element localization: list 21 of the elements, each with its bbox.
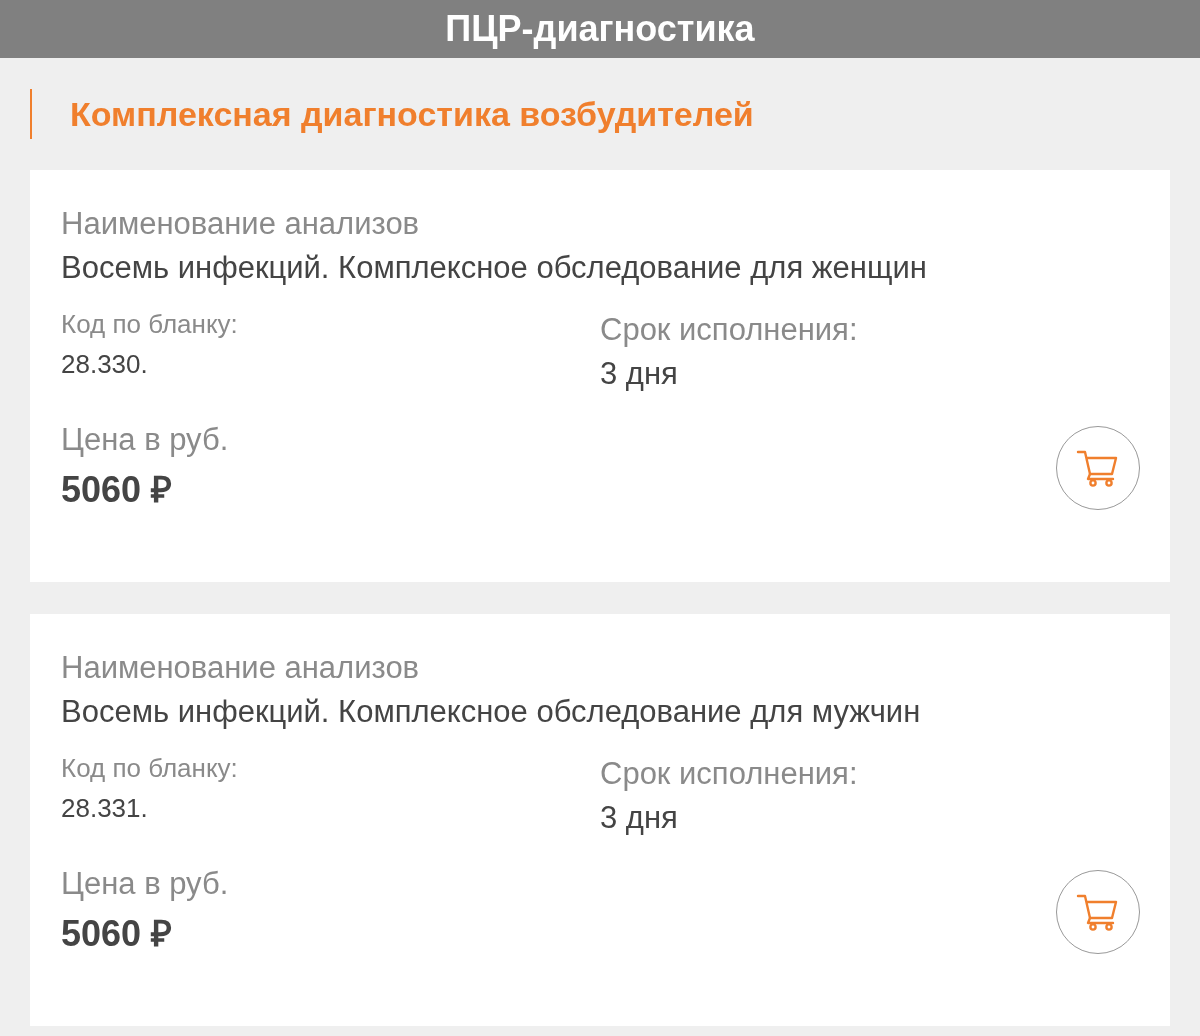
price-label: Цена в руб.: [61, 421, 229, 459]
analysis-name: Восемь инфекций. Комплексное обследование для мужчин: [61, 693, 922, 731]
section-title: Комплексная диагностика возбудителей: [70, 94, 754, 134]
price-value: 5060 ₽: [61, 912, 173, 956]
term-value: 3 дня: [600, 355, 678, 393]
cart-icon: [1076, 448, 1120, 488]
term-label: Срок исполнения:: [600, 311, 858, 349]
price-label: Цена в руб.: [61, 865, 229, 903]
accent-bar: [30, 89, 32, 139]
code-value: 28.330.: [61, 348, 148, 381]
analysis-name: Восемь инфекций. Комплексное обследование для женщин: [61, 249, 928, 287]
name-label: Наименование анализов: [61, 649, 421, 687]
price-value: 5060 ₽: [61, 468, 173, 512]
code-value: 28.331.: [61, 792, 148, 825]
term-value: 3 дня: [600, 799, 678, 837]
code-label: Код по бланку:: [61, 308, 238, 341]
name-label: Наименование анализов: [61, 205, 421, 243]
code-label: Код по бланку:: [61, 752, 238, 785]
cart-icon: [1076, 892, 1120, 932]
page-title: ПЦР-диагностика: [445, 8, 755, 50]
term-label: Срок исполнения:: [600, 755, 858, 793]
